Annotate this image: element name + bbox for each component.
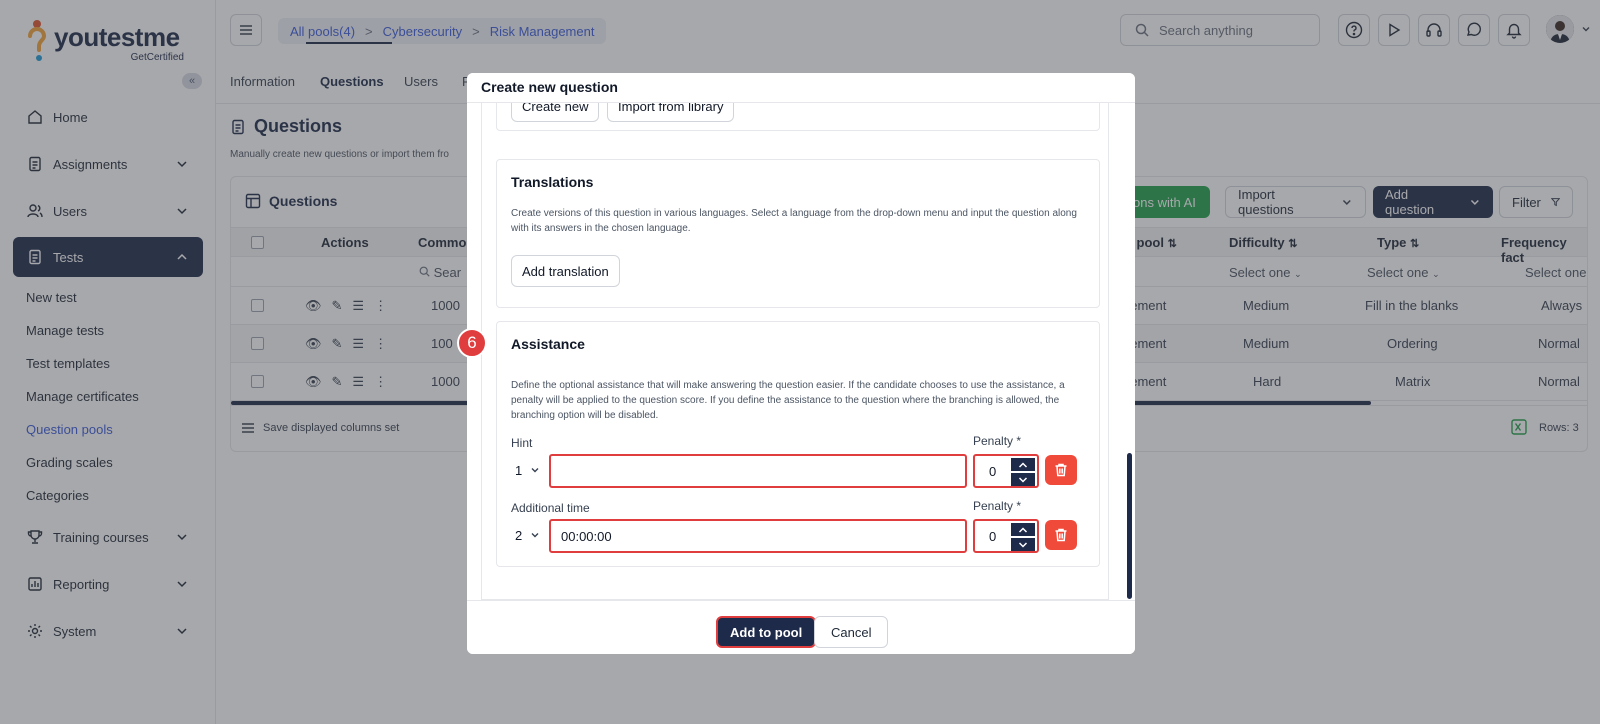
additional-time-input[interactable]: 00:00:00 [549,519,967,553]
required-marker: * [1016,434,1022,448]
chevron-down-icon [531,533,539,538]
translations-title: Translations [511,174,594,190]
chevron-down-icon [531,468,539,473]
increment-button[interactable] [1011,523,1035,536]
additional-time-penalty-label: Penalty * [973,499,1021,513]
create-new-button[interactable]: Create new [511,103,600,122]
penalty-label-text: Penalty [973,434,1014,448]
penalty-label-text: Penalty [973,499,1014,513]
hint-penalty-stepper[interactable]: 0 [973,454,1039,488]
penalty-value: 0 [989,529,997,544]
modal-vertical-scrollbar[interactable] [1127,453,1132,599]
chevron-down-icon [1018,541,1028,548]
translations-description: Create versions of this question in vari… [511,208,1077,234]
modal-title: Create new question [467,73,1135,103]
additional-time-order-select[interactable]: 2 [515,519,547,551]
delete-hint-button[interactable] [1045,455,1077,485]
hint-order-select[interactable]: 1 [515,454,547,486]
hint-input[interactable] [549,454,967,488]
modal-body: Create new Import from library Translati… [481,103,1109,600]
trash-icon [1055,463,1067,477]
assistance-title: Assistance [511,336,585,352]
import-from-library-button[interactable]: Import from library [607,103,735,122]
select-value: 1 [515,462,523,478]
modal-footer: Add to pool Cancel [467,600,1135,654]
create-question-modal: Create new question Create new Import fr… [467,73,1135,654]
required-marker: * [1016,499,1022,513]
step-number-badge: 6 [457,328,487,358]
select-value: 2 [515,527,523,543]
chevron-down-icon [1018,476,1028,483]
hint-penalty-label: Penalty * [973,434,1021,448]
translations-section: Translations Create versions of this que… [496,159,1100,308]
delete-additional-time-button[interactable] [1045,520,1077,550]
assistance-section: Assistance Define the optional assistanc… [496,321,1100,567]
chevron-up-icon [1018,461,1028,468]
increment-button[interactable] [1011,458,1035,471]
button-label: Cancel [831,624,872,640]
hint-label: Hint [511,436,533,450]
assistance-description: Define the optional assistance that will… [511,380,1065,421]
additional-time-label: Additional time [511,501,590,515]
button-label: Add to pool [730,624,803,640]
question-source-section: Create new Import from library [496,103,1100,131]
decrement-button[interactable] [1011,538,1035,551]
trash-icon [1055,528,1067,542]
additional-time-penalty-stepper[interactable]: 0 [973,519,1039,553]
add-translation-button[interactable]: Add translation [511,255,620,287]
penalty-value: 0 [989,464,997,479]
cancel-button[interactable]: Cancel [814,616,889,648]
add-to-pool-button[interactable]: Add to pool [716,616,817,648]
chevron-up-icon [1018,526,1028,533]
decrement-button[interactable] [1011,473,1035,486]
